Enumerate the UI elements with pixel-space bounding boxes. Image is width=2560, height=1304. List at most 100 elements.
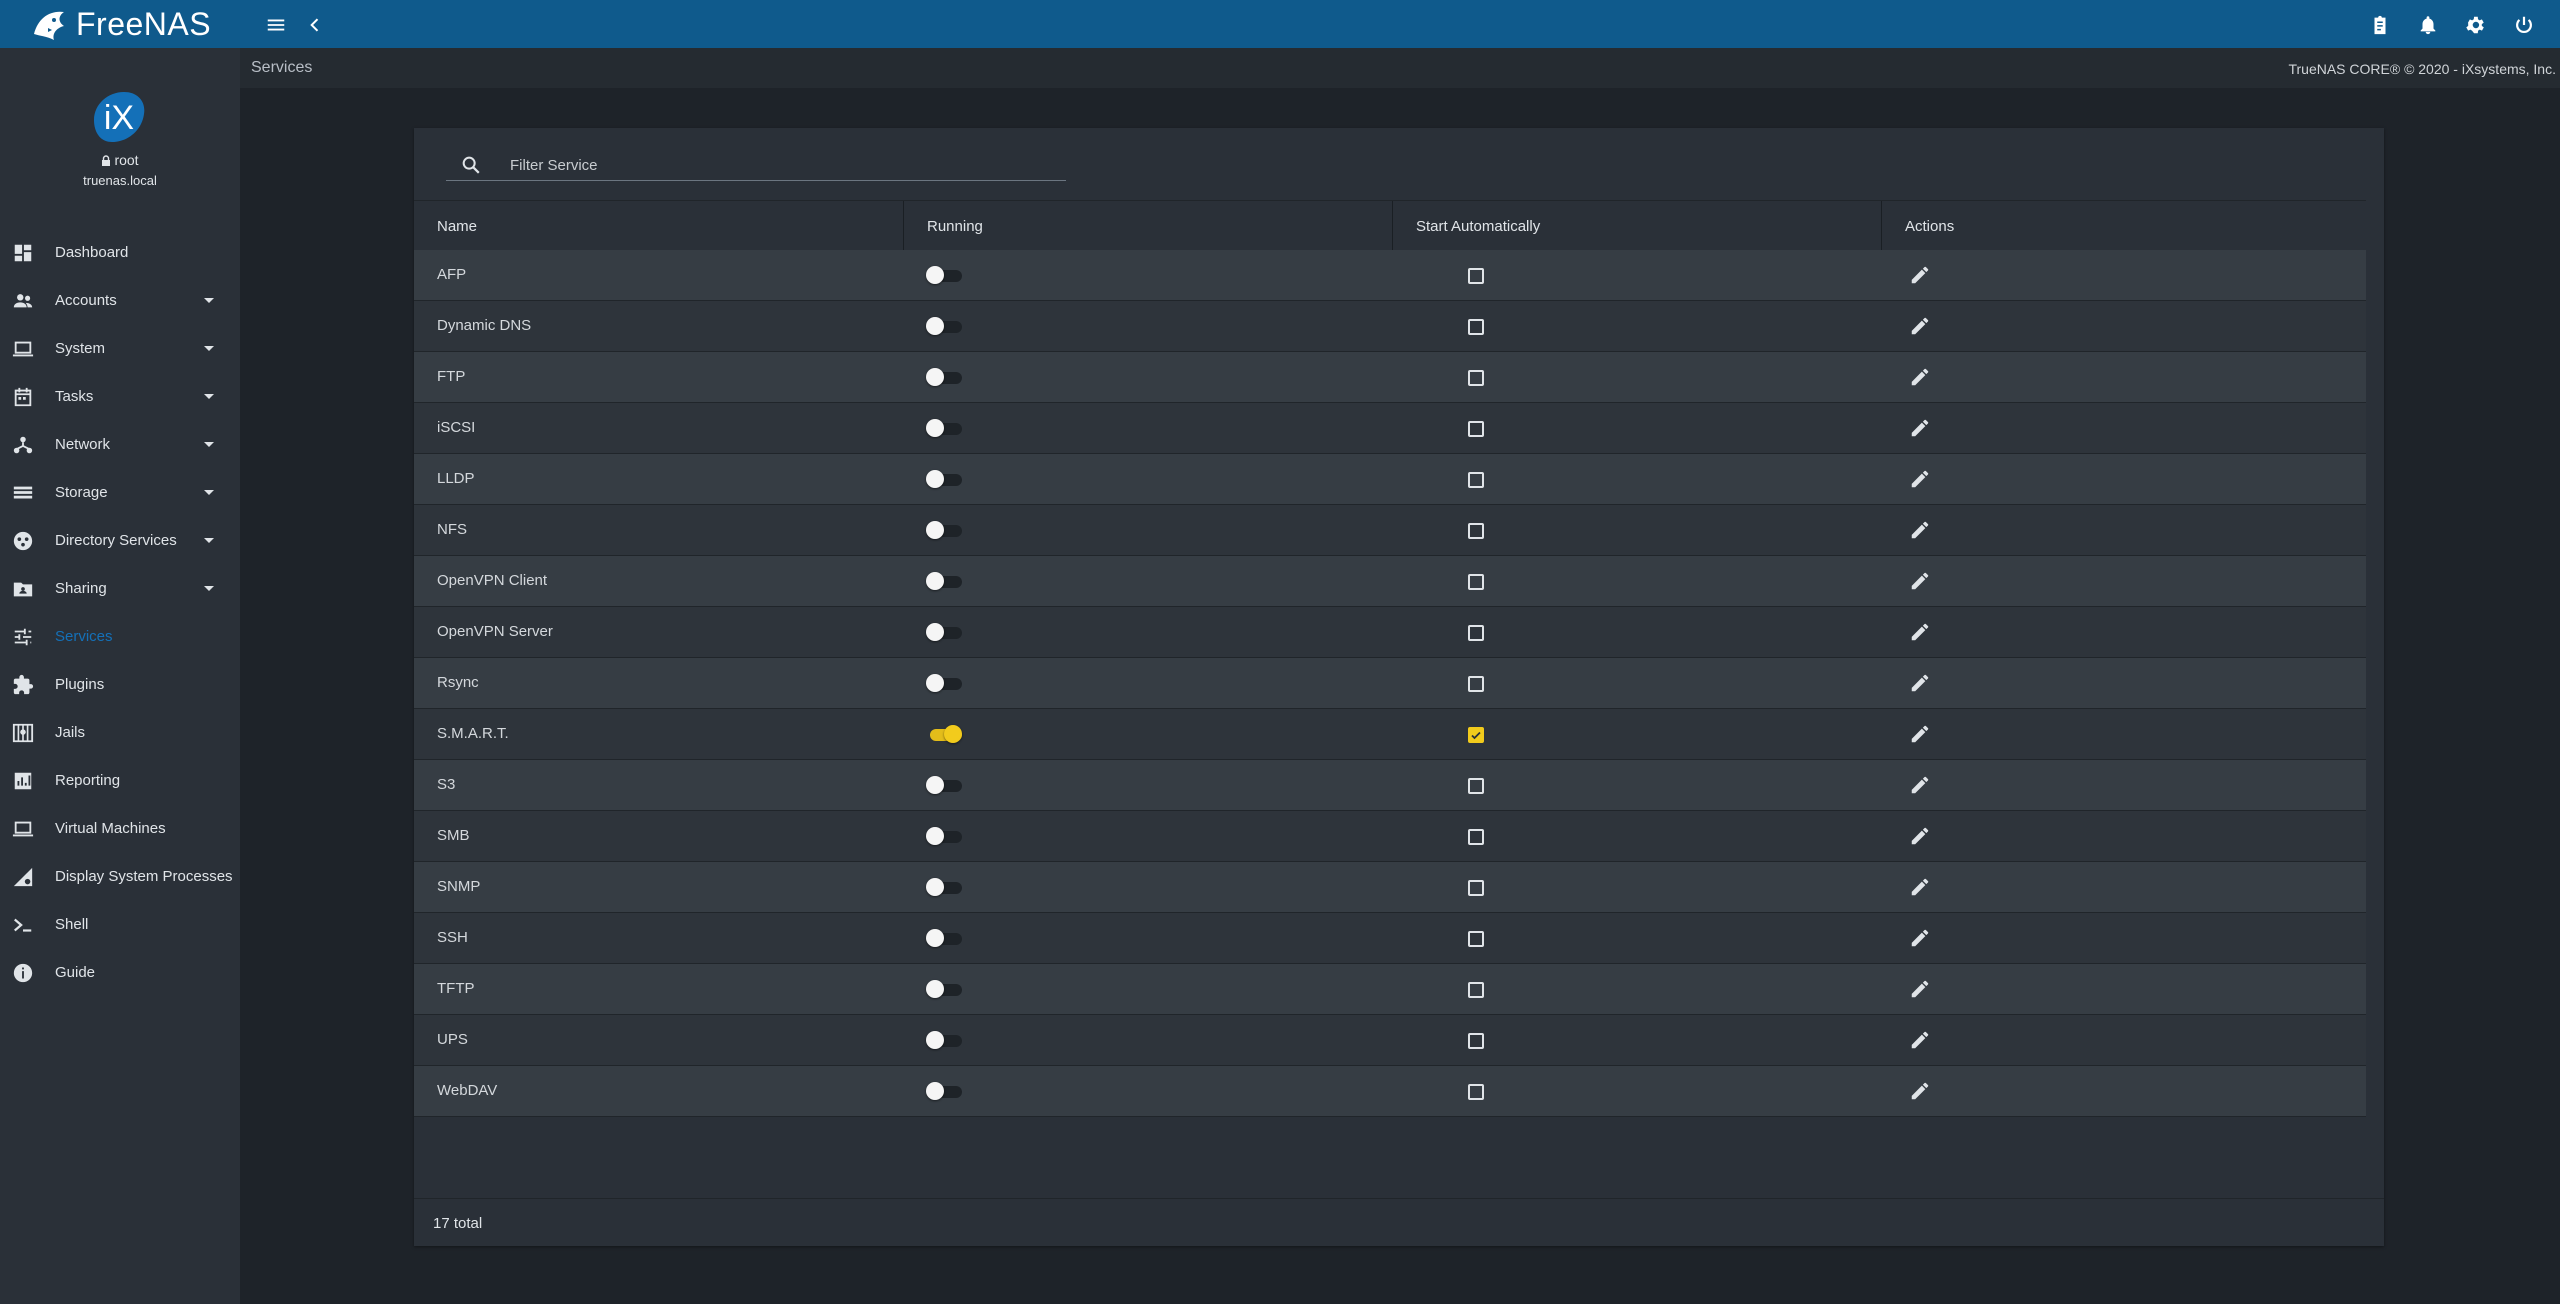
running-toggle[interactable] <box>926 623 962 641</box>
sidebar-item-reporting[interactable]: Reporting <box>0 756 240 804</box>
start-automatically-checkbox[interactable] <box>1468 727 1484 743</box>
start-automatically-checkbox[interactable] <box>1468 931 1484 947</box>
running-toggle[interactable] <box>926 521 962 539</box>
start-automatically-checkbox[interactable] <box>1468 574 1484 590</box>
toggle-knob <box>926 470 944 488</box>
edit-service-button[interactable] <box>1909 366 1931 388</box>
start-automatically-checkbox[interactable] <box>1468 1033 1484 1049</box>
column-header-name[interactable]: Name <box>414 201 903 251</box>
pencil-icon <box>1911 725 1929 743</box>
edit-service-button[interactable] <box>1909 570 1931 592</box>
edit-service-button[interactable] <box>1909 621 1931 643</box>
filter-service-input[interactable] <box>508 152 1052 178</box>
start-automatically-checkbox[interactable] <box>1468 1084 1484 1100</box>
running-toggle[interactable] <box>926 572 962 590</box>
edit-service-button[interactable] <box>1909 876 1931 898</box>
start-automatically-checkbox[interactable] <box>1468 370 1484 386</box>
pencil-icon <box>1911 470 1929 488</box>
sidebar-item-sharing[interactable]: Sharing <box>0 564 240 612</box>
running-toggle[interactable] <box>926 674 962 692</box>
start-automatically-checkbox[interactable] <box>1468 778 1484 794</box>
start-automatically-checkbox[interactable] <box>1468 625 1484 641</box>
sidebar-item-plugins[interactable]: Plugins <box>0 660 240 708</box>
running-toggle[interactable] <box>926 419 962 437</box>
sidebar-item-guide[interactable]: Guide <box>0 948 240 996</box>
freenas-logo[interactable]: FreeNAS <box>30 2 211 46</box>
start-automatically-checkbox[interactable] <box>1468 421 1484 437</box>
settings-button[interactable] <box>2458 8 2492 42</box>
running-toggle[interactable] <box>926 827 962 845</box>
running-toggle[interactable] <box>926 266 962 284</box>
service-name: SMB <box>437 827 470 844</box>
sidebar-item-tasks[interactable]: Tasks <box>0 372 240 420</box>
collapse-sidebar-button[interactable] <box>298 8 332 42</box>
toggle-knob <box>926 368 944 386</box>
service-name: iSCSI <box>437 419 476 436</box>
running-toggle[interactable] <box>926 980 962 998</box>
running-toggle[interactable] <box>926 878 962 896</box>
start-automatically-checkbox[interactable] <box>1468 319 1484 335</box>
sidebar-item-shell[interactable]: Shell <box>0 900 240 948</box>
edit-service-button[interactable] <box>1909 417 1931 439</box>
running-toggle[interactable] <box>926 368 962 386</box>
start-automatically-checkbox[interactable] <box>1468 472 1484 488</box>
edit-service-button[interactable] <box>1909 1029 1931 1051</box>
sidebar-item-label: Plugins <box>55 675 105 693</box>
edit-service-button[interactable] <box>1909 927 1931 949</box>
sidebar-item-virtual-machines[interactable]: Virtual Machines <box>0 804 240 852</box>
sidebar-item-dashboard[interactable]: Dashboard <box>0 228 240 276</box>
running-toggle[interactable] <box>926 317 962 335</box>
services-icon <box>14 628 32 646</box>
edit-service-button[interactable] <box>1909 315 1931 337</box>
running-toggle[interactable] <box>926 776 962 794</box>
pencil-icon <box>1911 368 1929 386</box>
pencil-icon <box>1911 878 1929 896</box>
menu-toggle-button[interactable] <box>259 8 293 42</box>
running-toggle[interactable] <box>926 725 962 743</box>
power-button[interactable] <box>2507 8 2541 42</box>
service-name: S3 <box>437 776 456 793</box>
edit-service-button[interactable] <box>1909 519 1931 541</box>
lock-icon <box>102 155 111 166</box>
edit-service-button[interactable] <box>1909 774 1931 796</box>
sidebar-item-jails[interactable]: Jails <box>0 708 240 756</box>
column-header-start-automatically[interactable]: Start Automatically <box>1392 201 1881 251</box>
service-name: UPS <box>437 1031 468 1048</box>
column-header-running[interactable]: Running <box>903 201 1392 251</box>
edit-service-button[interactable] <box>1909 264 1931 286</box>
service-name: OpenVPN Server <box>437 623 553 640</box>
running-toggle[interactable] <box>926 929 962 947</box>
start-automatically-checkbox[interactable] <box>1468 676 1484 692</box>
running-toggle[interactable] <box>926 470 962 488</box>
edit-service-button[interactable] <box>1909 978 1931 1000</box>
sidebar-item-services[interactable]: Services <box>0 612 240 660</box>
sidebar-item-system[interactable]: System <box>0 324 240 372</box>
edit-service-button[interactable] <box>1909 723 1931 745</box>
service-name: WebDAV <box>437 1082 498 1099</box>
sidebar-item-directory-services[interactable]: Directory Services <box>0 516 240 564</box>
start-automatically-checkbox[interactable] <box>1468 982 1484 998</box>
service-name: Dynamic DNS <box>437 317 532 334</box>
start-automatically-checkbox[interactable] <box>1468 268 1484 284</box>
caret-down-icon <box>204 298 214 303</box>
edit-service-button[interactable] <box>1909 825 1931 847</box>
shell-icon <box>14 918 32 932</box>
sidebar-item-network[interactable]: Network <box>0 420 240 468</box>
toggle-knob <box>926 266 944 284</box>
table-row: iSCSI <box>414 403 2366 454</box>
task-manager-button[interactable] <box>2363 8 2397 42</box>
edit-service-button[interactable] <box>1909 1080 1931 1102</box>
edit-service-button[interactable] <box>1909 468 1931 490</box>
running-toggle[interactable] <box>926 1082 962 1100</box>
sidebar-item-display-system-processes[interactable]: Display System Processes <box>0 852 240 900</box>
start-automatically-checkbox[interactable] <box>1468 880 1484 896</box>
start-automatically-checkbox[interactable] <box>1468 829 1484 845</box>
sidebar-item-storage[interactable]: Storage <box>0 468 240 516</box>
sidebar-item-label: Network <box>55 435 111 453</box>
edit-service-button[interactable] <box>1909 672 1931 694</box>
start-automatically-checkbox[interactable] <box>1468 523 1484 539</box>
sidebar-item-accounts[interactable]: Accounts <box>0 276 240 324</box>
dashboard-icon <box>14 244 32 262</box>
running-toggle[interactable] <box>926 1031 962 1049</box>
alerts-button[interactable] <box>2411 8 2445 42</box>
